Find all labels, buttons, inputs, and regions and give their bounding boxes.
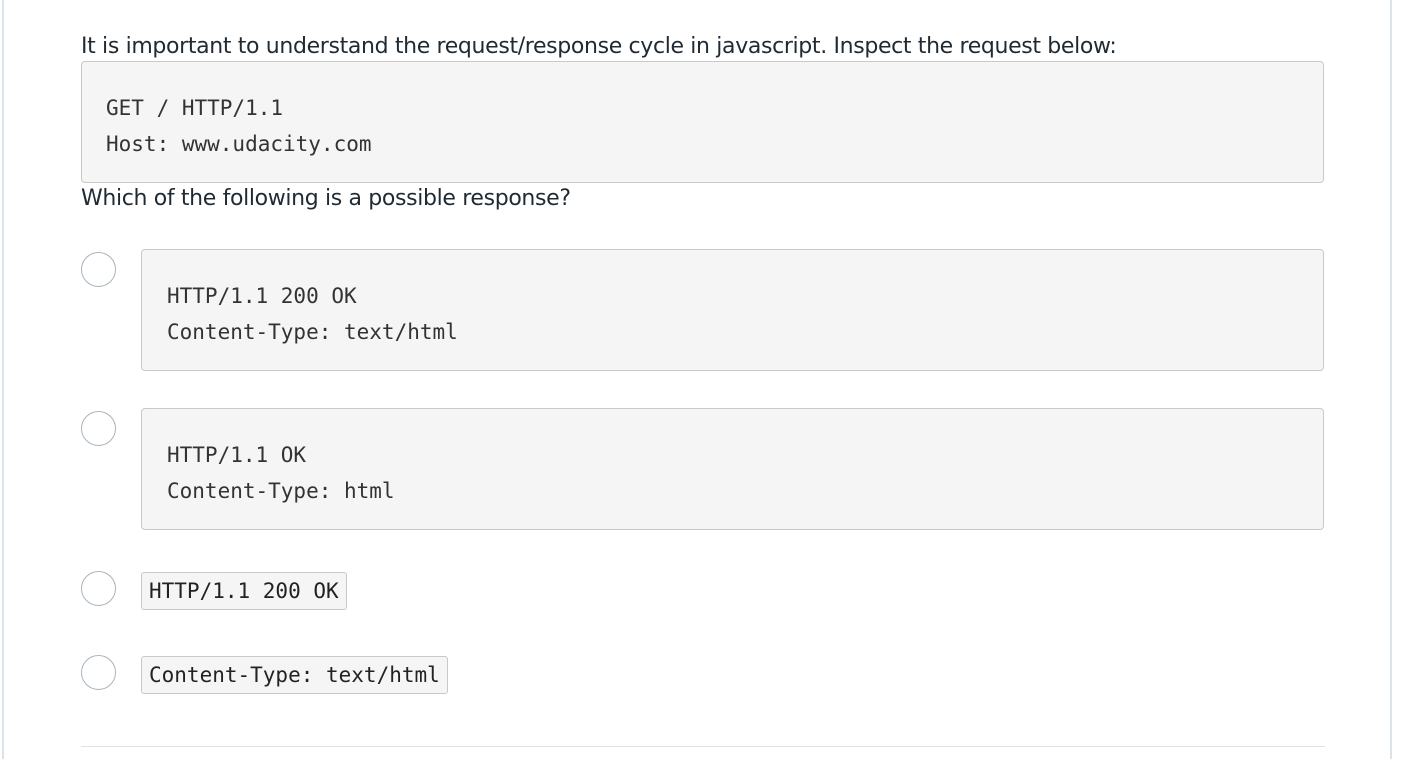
radio-button-2[interactable] bbox=[81, 411, 116, 446]
request-code-block: GET / HTTP/1.1 Host: www.udacity.com bbox=[81, 61, 1324, 183]
answer-code-line: HTTP/1.1 200 OK bbox=[167, 284, 357, 308]
radio-button-3[interactable] bbox=[81, 571, 116, 606]
answer-code-line: Content-Type: html bbox=[167, 479, 395, 503]
radio-button-1[interactable] bbox=[81, 252, 116, 287]
answer-code-block-1[interactable]: HTTP/1.1 200 OK Content-Type: text/html bbox=[141, 249, 1324, 371]
radio-button-4[interactable] bbox=[81, 655, 116, 690]
answer-inline-code-4[interactable]: Content-Type: text/html bbox=[141, 656, 448, 694]
prompt-text: It is important to understand the reques… bbox=[81, 34, 1117, 59]
answer-inline-code-3[interactable]: HTTP/1.1 200 OK bbox=[141, 572, 347, 610]
answer-code-line: HTTP/1.1 OK bbox=[167, 443, 307, 467]
request-code-line: GET / HTTP/1.1 bbox=[106, 96, 284, 120]
question-text: Which of the following is a possible res… bbox=[81, 186, 571, 211]
answer-code-line: Content-Type: text/html bbox=[167, 320, 458, 344]
content-panel: It is important to understand the reques… bbox=[2, 0, 1392, 759]
answer-code-block-2[interactable]: HTTP/1.1 OK Content-Type: html bbox=[141, 408, 1324, 530]
section-divider bbox=[81, 746, 1325, 747]
request-code-line: Host: www.udacity.com bbox=[106, 132, 372, 156]
